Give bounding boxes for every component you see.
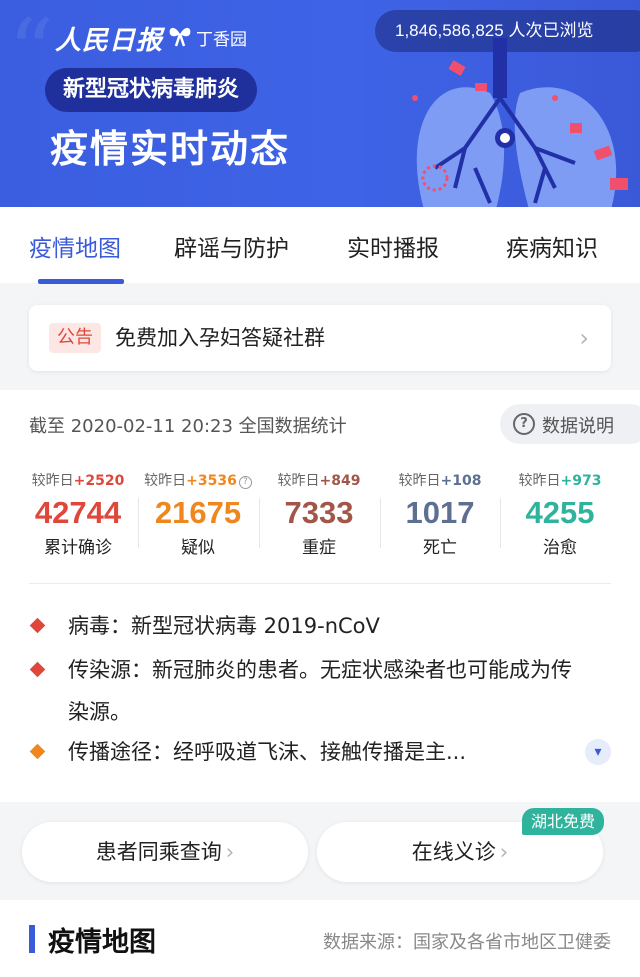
- header-banner: “ 人民日报 × 丁香园 1,846,586,825 人次已浏览 新型冠状病毒肺…: [0, 0, 640, 207]
- stats-card: 截至 2020-02-11 20:23 全国数据统计 ? 数据说明 较昨日+25…: [0, 390, 640, 802]
- stat-value: 7333: [284, 495, 354, 530]
- chevron-right-icon: ›: [499, 840, 509, 864]
- banner-title: 疫情实时动态: [50, 127, 291, 171]
- notice-banner[interactable]: 公告 免费加入孕妇答疑社群 ›: [29, 305, 611, 371]
- diamond-bullet-icon: [29, 743, 46, 760]
- brand-cross: ×: [143, 26, 159, 47]
- chevron-right-icon: ›: [225, 840, 235, 864]
- expand-chevron-down-icon[interactable]: ▾: [585, 739, 611, 765]
- main-tabs: 疫情地图 辟谣与防护 实时播报 疾病知识: [0, 207, 640, 284]
- tab-disease-knowledge[interactable]: 疾病知识: [506, 229, 598, 263]
- stat-delta-value: +849: [319, 473, 361, 489]
- data-source-text: 数据来源：国家及各省市地区卫健委: [323, 932, 611, 953]
- stat-value: 4255: [525, 495, 595, 530]
- stat-label: 疑似: [181, 538, 215, 558]
- map-section-header: 疫情地图 数据来源：国家及各省市地区卫健委: [0, 900, 640, 977]
- info-transmission: 传播途径：经呼吸道飞沫、接触传播是主...: [29, 731, 599, 773]
- stat-delta-value: +3536: [186, 473, 237, 489]
- banner-subtitle: 新型冠状病毒肺炎: [45, 68, 258, 112]
- dxy-leaf-icon: [169, 27, 191, 47]
- info-source: 传染源：新冠肺炎的患者。无症状感染者也可能成为传染源。: [29, 649, 599, 733]
- data-timestamp: 截至 2020-02-11 20:23 全国数据统计: [29, 416, 347, 437]
- section-accent-bar: [29, 925, 35, 953]
- delta-prefix: 较昨日: [144, 473, 187, 489]
- stat-label: 治愈: [543, 538, 577, 558]
- stat-value: 21675: [154, 495, 242, 530]
- section-divider: [29, 583, 611, 584]
- stat-label: 死亡: [423, 538, 457, 558]
- hubei-free-badge: 湖北免费: [522, 808, 605, 835]
- stat-delta-value: +973: [560, 473, 602, 489]
- data-explanation-label: 数据说明: [542, 416, 614, 437]
- chevron-right-icon: ›: [579, 324, 589, 352]
- online-clinic-label: 在线义诊: [411, 840, 496, 864]
- stat-confirmed: 较昨日+2520 42744 累计确诊: [18, 470, 138, 558]
- delta-prefix: 较昨日: [518, 473, 561, 489]
- tab-live-updates[interactable]: 实时播报: [347, 229, 439, 263]
- delta-prefix: 较昨日: [277, 473, 320, 489]
- tab-epidemic-map[interactable]: 疫情地图: [29, 229, 121, 263]
- info-text: 病毒：新型冠状病毒 2019-nCoV: [68, 614, 380, 638]
- stat-delta-value: +2520: [73, 473, 125, 489]
- question-icon: ?: [513, 413, 535, 435]
- same-trip-query-label: 患者同乘查询: [95, 840, 222, 864]
- lungs-illustration-icon: [412, 38, 628, 207]
- diamond-bullet-icon: [29, 617, 46, 634]
- dxy-logo-text: 丁香园: [196, 30, 247, 50]
- same-trip-query-button[interactable]: 患者同乘查询 ›: [22, 822, 308, 882]
- stat-recovered: 较昨日+973 4255 治愈: [500, 470, 620, 558]
- stat-label: 累计确诊: [44, 538, 112, 558]
- stat-value: 42744: [34, 495, 122, 530]
- stat-value: 1017: [405, 495, 475, 530]
- map-section-title: 疫情地图: [48, 927, 156, 958]
- stat-suspected: 较昨日+3536? 21675 疑似: [138, 470, 258, 558]
- stat-severe: 较昨日+849 7333 重症: [259, 470, 379, 558]
- active-tab-indicator: [38, 279, 124, 284]
- info-text: 传播途径：经呼吸道飞沫、接触传播是主...: [68, 740, 467, 764]
- diamond-bullet-icon: [29, 661, 46, 678]
- delta-prefix: 较昨日: [31, 473, 74, 489]
- question-icon[interactable]: ?: [238, 476, 252, 489]
- info-virus: 病毒：新型冠状病毒 2019-nCoV: [29, 605, 599, 647]
- notice-text: 免费加入孕妇答疑社群: [115, 326, 325, 350]
- stat-label: 重症: [302, 538, 336, 558]
- notice-tag: 公告: [49, 323, 101, 353]
- data-explanation-button[interactable]: ? 数据说明: [500, 404, 640, 444]
- info-text: 传染源：新冠肺炎的患者。无症状感染者也可能成为传染源。: [68, 658, 572, 724]
- stat-deaths: 较昨日+108 1017 死亡: [380, 470, 500, 558]
- stat-delta-value: +108: [440, 473, 482, 489]
- delta-prefix: 较昨日: [398, 473, 441, 489]
- tab-rumors-protection[interactable]: 辟谣与防护: [174, 229, 289, 263]
